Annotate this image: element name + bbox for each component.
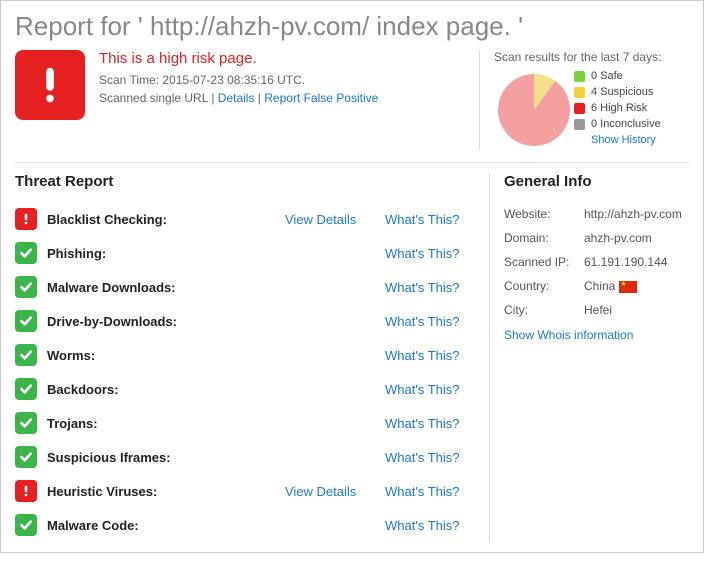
report-false-positive-link[interactable]: Report False Positive	[264, 91, 378, 105]
summary-section: This is a high risk page. Scan Time: 201…	[15, 50, 689, 163]
check-icon	[15, 310, 37, 332]
view-details-link[interactable]: View Details	[285, 484, 356, 499]
whats-this-link[interactable]: What's This?	[385, 246, 460, 261]
check-icon	[15, 344, 37, 366]
threat-row: Phishing: What's This?	[15, 236, 475, 270]
threat-row: Blacklist Checking:View Details What's Th…	[15, 202, 475, 236]
square-icon	[574, 71, 585, 82]
lower-section: Threat Report Blacklist Checking:View De…	[15, 173, 689, 542]
threat-row: Drive-by-Downloads: What's This?	[15, 304, 475, 338]
details-link[interactable]: Details	[218, 91, 255, 105]
scan-links: Scanned single URL | Details | Report Fa…	[99, 91, 378, 105]
whois-link[interactable]: Show Whois information	[504, 328, 689, 342]
info-row-city: City:Hefei	[504, 298, 689, 322]
threat-name: Malware Downloads:	[47, 280, 285, 295]
whats-this-link[interactable]: What's This?	[385, 212, 460, 227]
square-icon	[574, 119, 585, 130]
risk-message: This is a high risk page.	[99, 50, 378, 67]
legend-item-highrisk: 6 High Risk	[574, 102, 661, 114]
warn-icon	[15, 208, 37, 230]
info-row-country: Country:China	[504, 274, 689, 298]
info-row-domain: Domain:ahzh-pv.com	[504, 226, 689, 250]
threat-name: Backdoors:	[47, 382, 285, 397]
threat-name: Trojans:	[47, 416, 285, 431]
whats-this-link[interactable]: What's This?	[385, 348, 460, 363]
threat-name: Phishing:	[47, 246, 285, 261]
flag-icon	[619, 281, 637, 293]
threat-name: Worms:	[47, 348, 285, 363]
general-info-title: General Info	[504, 173, 689, 190]
page-title: Report for ' http://ahzh-pv.com/ index p…	[15, 11, 689, 42]
legend-item-inconclusive: 0 Inconclusive	[574, 118, 661, 130]
legend-item-safe: 0 Safe	[574, 70, 661, 82]
warn-icon	[15, 480, 37, 502]
threat-row: Malware Downloads: What's This?	[15, 270, 475, 304]
summary-text: This is a high risk page. Scan Time: 201…	[99, 50, 378, 150]
threat-name: Blacklist Checking:	[47, 212, 285, 227]
whats-this-link[interactable]: What's This?	[385, 484, 460, 499]
report-container: Report for ' http://ahzh-pv.com/ index p…	[0, 0, 704, 553]
threat-name: Drive-by-Downloads:	[47, 314, 285, 329]
info-row-website: Website:http://ahzh-pv.com	[504, 202, 689, 226]
scan-results-title: Scan results for the last 7 days:	[494, 50, 689, 64]
general-info-section: General Info Website:http://ahzh-pv.com …	[489, 173, 689, 542]
whats-this-link[interactable]: What's This?	[385, 416, 460, 431]
threat-row: Worms: What's This?	[15, 338, 475, 372]
check-icon	[15, 378, 37, 400]
threat-row: Malware Code: What's This?	[15, 508, 475, 542]
check-icon	[15, 412, 37, 434]
square-icon	[574, 103, 585, 114]
threat-report-section: Threat Report Blacklist Checking:View De…	[15, 173, 489, 542]
info-row-scanned-ip: Scanned IP:61.191.190.144	[504, 250, 689, 274]
threat-row: Suspicious Iframes: What's This?	[15, 440, 475, 474]
square-icon	[574, 87, 585, 98]
check-icon	[15, 242, 37, 264]
warning-icon	[15, 50, 85, 120]
scan-results-pie-chart	[494, 70, 574, 150]
whats-this-link[interactable]: What's This?	[385, 314, 460, 329]
whats-this-link[interactable]: What's This?	[385, 280, 460, 295]
threat-name: Suspicious Iframes:	[47, 450, 285, 465]
scan-time: Scan Time: 2015-07-23 08:35:16 UTC.	[99, 73, 378, 87]
whats-this-link[interactable]: What's This?	[385, 518, 460, 533]
check-icon	[15, 514, 37, 536]
summary-left: This is a high risk page. Scan Time: 201…	[15, 50, 479, 150]
threat-row: Trojans: What's This?	[15, 406, 475, 440]
threat-report-title: Threat Report	[15, 173, 475, 190]
legend: 0 Safe 4 Suspicious 6 High Risk 0 Inconc…	[574, 70, 661, 146]
view-details-link[interactable]: View Details	[285, 212, 356, 227]
legend-item-suspicious: 4 Suspicious	[574, 86, 661, 98]
scanned-url-label: Scanned single URL	[99, 91, 208, 105]
scan-results-panel: Scan results for the last 7 days: 0 Safe…	[479, 50, 689, 150]
whats-this-link[interactable]: What's This?	[385, 450, 460, 465]
show-history-link[interactable]: Show History	[591, 134, 656, 146]
threat-row: Heuristic Viruses:View Details What's Thi…	[15, 474, 475, 508]
check-icon	[15, 276, 37, 298]
whats-this-link[interactable]: What's This?	[385, 382, 460, 397]
threat-name: Heuristic Viruses:	[47, 484, 285, 499]
threat-row: Backdoors: What's This?	[15, 372, 475, 406]
check-icon	[15, 446, 37, 468]
threat-name: Malware Code:	[47, 518, 285, 533]
